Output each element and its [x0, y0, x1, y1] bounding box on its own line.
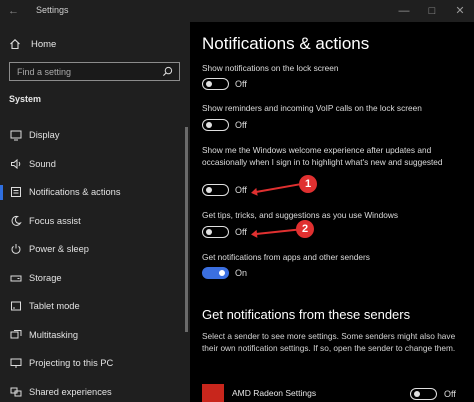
sidebar-nav: Display Sound Notifications & actions Fo… [0, 121, 190, 402]
toggle-knob [206, 228, 212, 235]
projecting-icon [10, 358, 22, 369]
sidebar-item-label: Multitasking [29, 329, 79, 340]
back-arrow-icon[interactable]: ← [8, 4, 22, 18]
sidebar-item-label: Notifications & actions [29, 187, 121, 198]
sidebar-item-display[interactable]: Display [0, 121, 190, 150]
home-icon [10, 39, 20, 50]
home-nav-item[interactable]: Home [9, 38, 56, 50]
notifications-icon [11, 187, 21, 198]
amd-radeon-app-icon[interactable] [202, 384, 224, 402]
amd-sender-toggle[interactable] [410, 388, 437, 400]
shared-experiences-icon [10, 387, 22, 397]
drive-icon [10, 275, 22, 282]
sidebar-item-projecting[interactable]: Projecting to this PC [0, 349, 190, 378]
toggle-knob [414, 390, 420, 397]
setting-label-reminders: Show reminders and incoming VoIP calls o… [202, 103, 422, 113]
callout-arrow-1 [255, 183, 301, 193]
app-notifications-toggle[interactable] [202, 267, 229, 279]
callout-badge-1: 1 [299, 175, 317, 193]
main-content: Notifications & actions Show notificatio… [190, 22, 474, 402]
speaker-icon [11, 158, 21, 169]
title-bar: ← Settings — □ ✕ [0, 0, 474, 22]
senders-description: Select a sender to see more settings. So… [202, 331, 456, 353]
sidebar-item-shared-experiences[interactable]: Shared experiences [0, 378, 190, 402]
maximize-icon[interactable]: □ [424, 3, 440, 19]
sidebar-item-label: Storage [29, 272, 62, 283]
toggle-state-label: Off [235, 227, 247, 237]
moon-icon [11, 215, 22, 226]
sidebar: Home Find a setting System Display Sound… [0, 22, 190, 402]
sender-name-amd[interactable]: AMD Radeon Settings [232, 388, 316, 398]
page-title: Notifications & actions [202, 34, 370, 53]
window-title: Settings [36, 5, 69, 15]
setting-label-welcome-experience: Show me the Windows welcome experience a… [202, 145, 443, 167]
sidebar-scrollbar[interactable] [185, 127, 188, 332]
sidebar-item-label: Power & sleep [29, 244, 89, 255]
welcome-experience-toggle[interactable] [202, 184, 229, 196]
search-icon[interactable] [162, 66, 173, 77]
minimize-icon[interactable]: — [396, 3, 412, 19]
tips-suggestions-toggle[interactable] [202, 226, 229, 238]
monitor-icon [10, 130, 22, 141]
power-icon [11, 244, 21, 255]
sidebar-item-sound[interactable]: Sound [0, 150, 190, 179]
toggle-knob [206, 80, 212, 87]
sidebar-item-label: Display [29, 130, 60, 141]
sidebar-item-power-sleep[interactable]: Power & sleep [0, 235, 190, 264]
toggle-knob [206, 186, 212, 193]
toggle-state-label: Off [235, 120, 247, 130]
search-placeholder: Find a setting [17, 67, 72, 77]
lock-screen-notifications-toggle[interactable] [202, 78, 229, 90]
sidebar-item-tablet-mode[interactable]: Tablet mode [0, 292, 190, 321]
search-input[interactable]: Find a setting [9, 62, 180, 81]
setting-label-tips: Get tips, tricks, and suggestions as you… [202, 210, 398, 220]
sidebar-item-label: Focus assist [29, 215, 81, 226]
sidebar-item-focus-assist[interactable]: Focus assist [0, 207, 190, 236]
sidebar-item-label: Shared experiences [29, 386, 112, 397]
callout-arrow-2 [255, 228, 298, 235]
tablet-icon [11, 301, 21, 311]
sidebar-item-label: Sound [29, 158, 56, 169]
toggle-state-label: Off [235, 79, 247, 89]
home-label: Home [31, 38, 57, 50]
sidebar-item-multitasking[interactable]: Multitasking [0, 321, 190, 350]
sidebar-item-notifications[interactable]: Notifications & actions [0, 178, 190, 207]
setting-label-app-notifications: Get notifications from apps and other se… [202, 252, 370, 262]
sidebar-item-label: Projecting to this PC [29, 358, 114, 369]
callout-badge-2: 2 [296, 220, 314, 238]
senders-section-title: Get notifications from these senders [202, 307, 411, 322]
section-label-system: System [9, 94, 42, 104]
toggle-knob [219, 269, 225, 276]
sidebar-item-storage[interactable]: Storage [0, 264, 190, 293]
setting-label-lock-screen: Show notifications on the lock screen [202, 63, 339, 73]
toggle-knob [206, 121, 212, 128]
sidebar-item-label: Tablet mode [29, 301, 80, 312]
toggle-state-label: Off [444, 389, 456, 399]
reminders-voip-toggle[interactable] [202, 119, 229, 131]
toggle-state-label: Off [235, 185, 247, 195]
toggle-state-label: On [235, 268, 248, 278]
close-icon[interactable]: ✕ [452, 3, 468, 19]
multitasking-icon [10, 329, 22, 339]
